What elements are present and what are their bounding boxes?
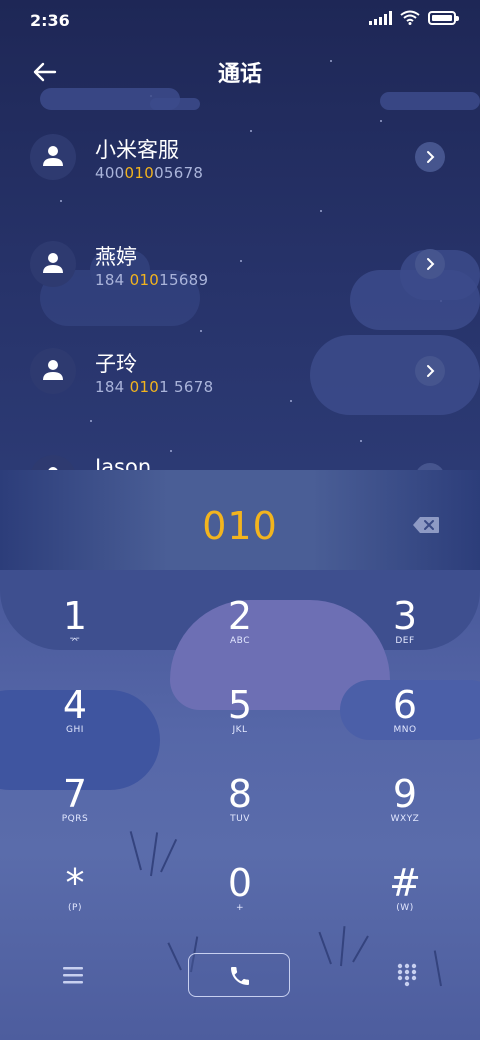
- person-icon: [43, 253, 63, 273]
- dialpad-toggle-button[interactable]: [396, 963, 418, 987]
- key-1[interactable]: 1 ⌤: [15, 594, 135, 674]
- contact-row[interactable]: 小米客服 40001005678: [0, 110, 480, 200]
- contact-number: 184 0101 5678: [95, 378, 214, 396]
- bottom-action-bar: [0, 950, 480, 1010]
- wifi-icon: [400, 10, 420, 25]
- contact-number: 40001005678: [95, 164, 204, 182]
- key-5[interactable]: 5 JKL: [180, 683, 300, 763]
- contact-row[interactable]: 燕婷 184 01015689: [0, 217, 480, 307]
- status-bar: 2:36: [0, 0, 480, 40]
- chevron-right-icon: [427, 258, 435, 270]
- key-3[interactable]: 3 DEF: [345, 594, 465, 674]
- signal-icon: [369, 10, 392, 25]
- contact-name: Jason: [95, 455, 152, 470]
- voicemail-icon: ⌤: [69, 636, 81, 646]
- contact-row[interactable]: Jason: [0, 431, 480, 470]
- contact-name: 子玲: [95, 352, 137, 376]
- key-4[interactable]: 4 GHI: [15, 683, 135, 763]
- contact-suggestion-list: 小米客服 40001005678 燕婷 184 01015689 子玲 184 …: [0, 110, 480, 470]
- contact-details-button[interactable]: [415, 249, 445, 279]
- contact-number: 184 01015689: [95, 271, 209, 289]
- key-star[interactable]: * (P): [15, 861, 135, 941]
- key-0[interactable]: 0 +: [180, 861, 300, 941]
- contact-details-button[interactable]: [415, 463, 445, 470]
- chevron-right-icon: [427, 151, 435, 163]
- chevron-right-icon: [427, 365, 435, 377]
- avatar: [30, 348, 76, 394]
- status-time: 2:36: [30, 11, 70, 30]
- dialpad-icon: [397, 963, 417, 987]
- key-hash[interactable]: # (W): [345, 861, 465, 941]
- title-bar: 通话: [0, 48, 480, 94]
- phone-icon: [231, 967, 249, 985]
- page-title: 通话: [217, 62, 262, 87]
- status-icons: [369, 10, 459, 25]
- dialed-number[interactable]: 010: [0, 504, 480, 548]
- person-icon: [43, 146, 63, 166]
- avatar: [30, 134, 76, 180]
- contact-details-button[interactable]: [415, 356, 445, 386]
- backspace-icon: [413, 517, 439, 533]
- battery-icon: [428, 10, 459, 25]
- avatar: [30, 241, 76, 287]
- key-7[interactable]: 7 PQRS: [15, 772, 135, 852]
- avatar: [30, 455, 76, 470]
- call-button[interactable]: [188, 953, 290, 997]
- key-6[interactable]: 6 MNO: [345, 683, 465, 763]
- contact-name: 小米客服: [95, 138, 179, 162]
- key-8[interactable]: 8 TUV: [180, 772, 300, 852]
- menu-icon: [63, 967, 83, 984]
- dial-input-bar: 010: [0, 470, 480, 570]
- menu-button[interactable]: [62, 965, 84, 985]
- key-2[interactable]: 2 ABC: [180, 594, 300, 674]
- contact-name: 燕婷: [95, 245, 137, 269]
- contact-details-button[interactable]: [415, 142, 445, 172]
- contact-row[interactable]: 子玲 184 0101 5678: [0, 324, 480, 414]
- person-icon: [43, 360, 63, 380]
- dialer-screen: 2:36 通话 小米客服 40001005678 燕婷 184 01015689…: [0, 0, 480, 1040]
- key-9[interactable]: 9 WXYZ: [345, 772, 465, 852]
- backspace-button[interactable]: [412, 516, 440, 534]
